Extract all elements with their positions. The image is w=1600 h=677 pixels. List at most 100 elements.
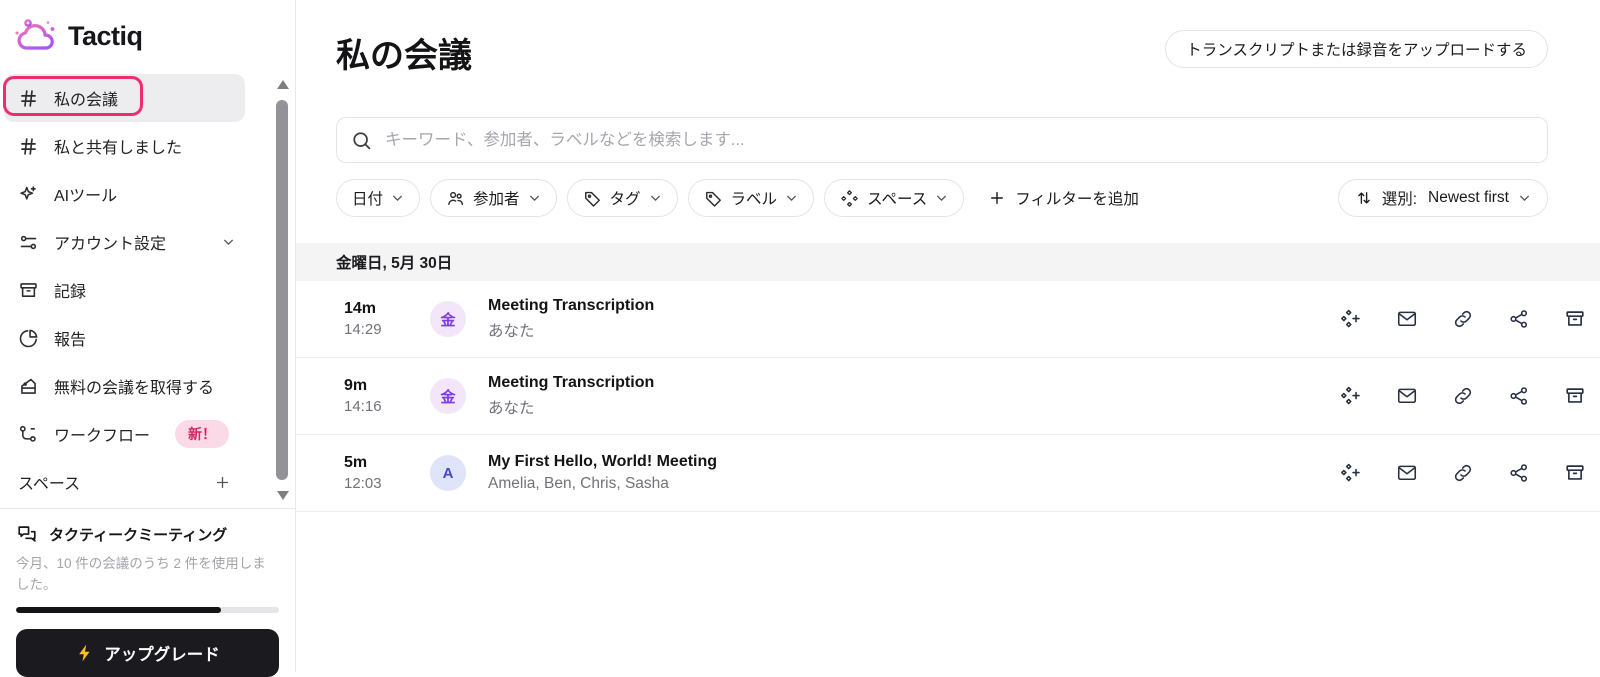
sidebar-item-workflows[interactable]: ワークフロー 新！: [4, 410, 245, 458]
chevron-down-icon: [1518, 192, 1531, 205]
scroll-down-arrow[interactable]: [277, 491, 289, 500]
sidebar: Tactiq 私の会議 私と共有しました AIツール アカウント設定: [0, 0, 296, 672]
archive-icon: [1564, 385, 1586, 407]
sidebar-item-label: スペース: [18, 470, 80, 494]
upgrade-button[interactable]: アップグレード: [16, 629, 279, 677]
row-actions: [1340, 308, 1586, 330]
date-group-header: 金曜日, 5月 30日: [296, 243, 1600, 281]
chevron-down-icon: [222, 236, 235, 249]
people-icon: [446, 189, 465, 208]
search-input[interactable]: [383, 130, 1533, 151]
filter-tags-label: タグ: [610, 187, 641, 209]
share-button[interactable]: [1508, 462, 1530, 484]
filter-labels-button[interactable]: ラベル: [688, 179, 815, 217]
scroll-up-arrow[interactable]: [277, 80, 289, 89]
meeting-time: 12:03: [344, 475, 430, 492]
link-icon: [1452, 462, 1474, 484]
meeting-participants: Amelia, Ben, Chris, Sasha: [488, 475, 1320, 493]
sort-label: 選別:: [1382, 187, 1417, 209]
upload-transcript-button[interactable]: トランスクリプトまたは録音をアップロードする: [1165, 30, 1548, 68]
copy-link-button[interactable]: [1452, 385, 1474, 407]
filter-participants-button[interactable]: 参加者: [430, 179, 557, 217]
sidebar-scrollbar[interactable]: [275, 78, 291, 502]
lightning-bolt-icon: [75, 643, 95, 663]
archive-button[interactable]: [1564, 385, 1586, 407]
tag-icon: [583, 189, 602, 208]
meeting-row[interactable]: 5m 12:03 A My First Hello, World! Meetin…: [296, 435, 1600, 512]
meeting-title: My First Hello, World! Meeting: [488, 453, 1320, 471]
tactiq-cloud-logo-icon: [14, 17, 58, 55]
sidebar-item-spaces[interactable]: スペース: [4, 458, 245, 506]
meeting-duration: 14m: [344, 300, 430, 318]
sidebar-item-reports[interactable]: 報告: [4, 314, 245, 362]
meeting-meta: Meeting Transcription あなた: [488, 297, 1320, 341]
sidebar-item-label: ワークフロー: [54, 422, 150, 446]
duration-column: 9m 14:16: [344, 377, 430, 415]
tag-icon: [704, 189, 723, 208]
sidebar-item-label: アカウント設定: [54, 230, 166, 254]
sidebar-item-label: 無料の会議を取得する: [54, 374, 214, 398]
chevron-down-icon: [935, 192, 948, 205]
share-icon: [1508, 385, 1530, 407]
hash-icon: [18, 136, 39, 157]
sidebar-nav: 私の会議 私と共有しました AIツール アカウント設定 記録 報告: [0, 74, 295, 508]
add-to-space-button[interactable]: [1340, 385, 1362, 407]
meeting-title: Meeting Transcription: [488, 297, 1320, 315]
meeting-row[interactable]: 14m 14:29 金 Meeting Transcription あなた: [296, 281, 1600, 358]
filter-spaces-button[interactable]: スペース: [824, 179, 964, 217]
meeting-row[interactable]: 9m 14:16 金 Meeting Transcription あなた: [296, 358, 1600, 435]
filter-labels-label: ラベル: [731, 187, 778, 209]
email-button[interactable]: [1396, 385, 1418, 407]
chevron-down-icon: [528, 192, 541, 205]
sidebar-item-label: 記録: [54, 278, 86, 302]
archive-button[interactable]: [1564, 462, 1586, 484]
sidebar-item-ai-tools[interactable]: AIツール: [4, 170, 245, 218]
plan-name: タクティークミーティング: [49, 524, 227, 545]
archive-icon: [1564, 308, 1586, 330]
new-badge: 新！: [175, 420, 229, 448]
sidebar-item-label: 私の会議: [54, 86, 118, 110]
brand-logo[interactable]: Tactiq: [0, 0, 295, 60]
copy-link-button[interactable]: [1452, 462, 1474, 484]
filter-date-button[interactable]: 日付: [336, 179, 420, 217]
cake-slice-icon: [18, 376, 39, 397]
duration-column: 5m 12:03: [344, 454, 430, 492]
sidebar-item-records[interactable]: 記録: [4, 266, 245, 314]
mail-icon: [1396, 462, 1418, 484]
email-button[interactable]: [1396, 462, 1418, 484]
pie-chart-icon: [18, 328, 39, 349]
add-to-space-button[interactable]: [1340, 308, 1362, 330]
share-button[interactable]: [1508, 308, 1530, 330]
filter-tags-button[interactable]: タグ: [567, 179, 678, 217]
hash-icon: [18, 88, 39, 109]
sidebar-item-label: 報告: [54, 326, 86, 350]
email-button[interactable]: [1396, 308, 1418, 330]
meeting-title: Meeting Transcription: [488, 374, 1320, 392]
add-to-space-icon: [1340, 385, 1362, 407]
add-filter-button[interactable]: フィルターを追加: [988, 187, 1139, 209]
share-button[interactable]: [1508, 385, 1530, 407]
copy-link-button[interactable]: [1452, 308, 1474, 330]
chevron-down-icon: [785, 192, 798, 205]
meeting-time: 14:16: [344, 398, 430, 415]
sidebar-item-get-free-meetings[interactable]: 無料の会議を取得する: [4, 362, 245, 410]
sidebar-item-account-settings[interactable]: アカウント設定: [4, 218, 245, 266]
search-bar[interactable]: [336, 117, 1548, 163]
sort-button[interactable]: 選別: Newest first: [1338, 179, 1548, 217]
mail-icon: [1396, 385, 1418, 407]
scrollbar-thumb[interactable]: [276, 100, 288, 480]
meeting-list: 金曜日, 5月 30日 14m 14:29 金 Meeting Transcri…: [296, 243, 1600, 512]
archive-button[interactable]: [1564, 308, 1586, 330]
sidebar-item-shared-with-me[interactable]: 私と共有しました: [4, 122, 245, 170]
add-space-plus-icon[interactable]: [214, 474, 231, 491]
chevron-down-icon: [649, 192, 662, 205]
duration-column: 14m 14:29: [344, 300, 430, 338]
meeting-meta: Meeting Transcription あなた: [488, 374, 1320, 418]
sidebar-item-my-meetings[interactable]: 私の会議: [4, 74, 245, 122]
meeting-duration: 5m: [344, 454, 430, 472]
share-icon: [1508, 462, 1530, 484]
mail-icon: [1396, 308, 1418, 330]
add-to-space-button[interactable]: [1340, 462, 1362, 484]
filter-toolbar: 日付 参加者 タグ ラベル スペース: [336, 179, 1548, 217]
row-actions: [1340, 462, 1586, 484]
